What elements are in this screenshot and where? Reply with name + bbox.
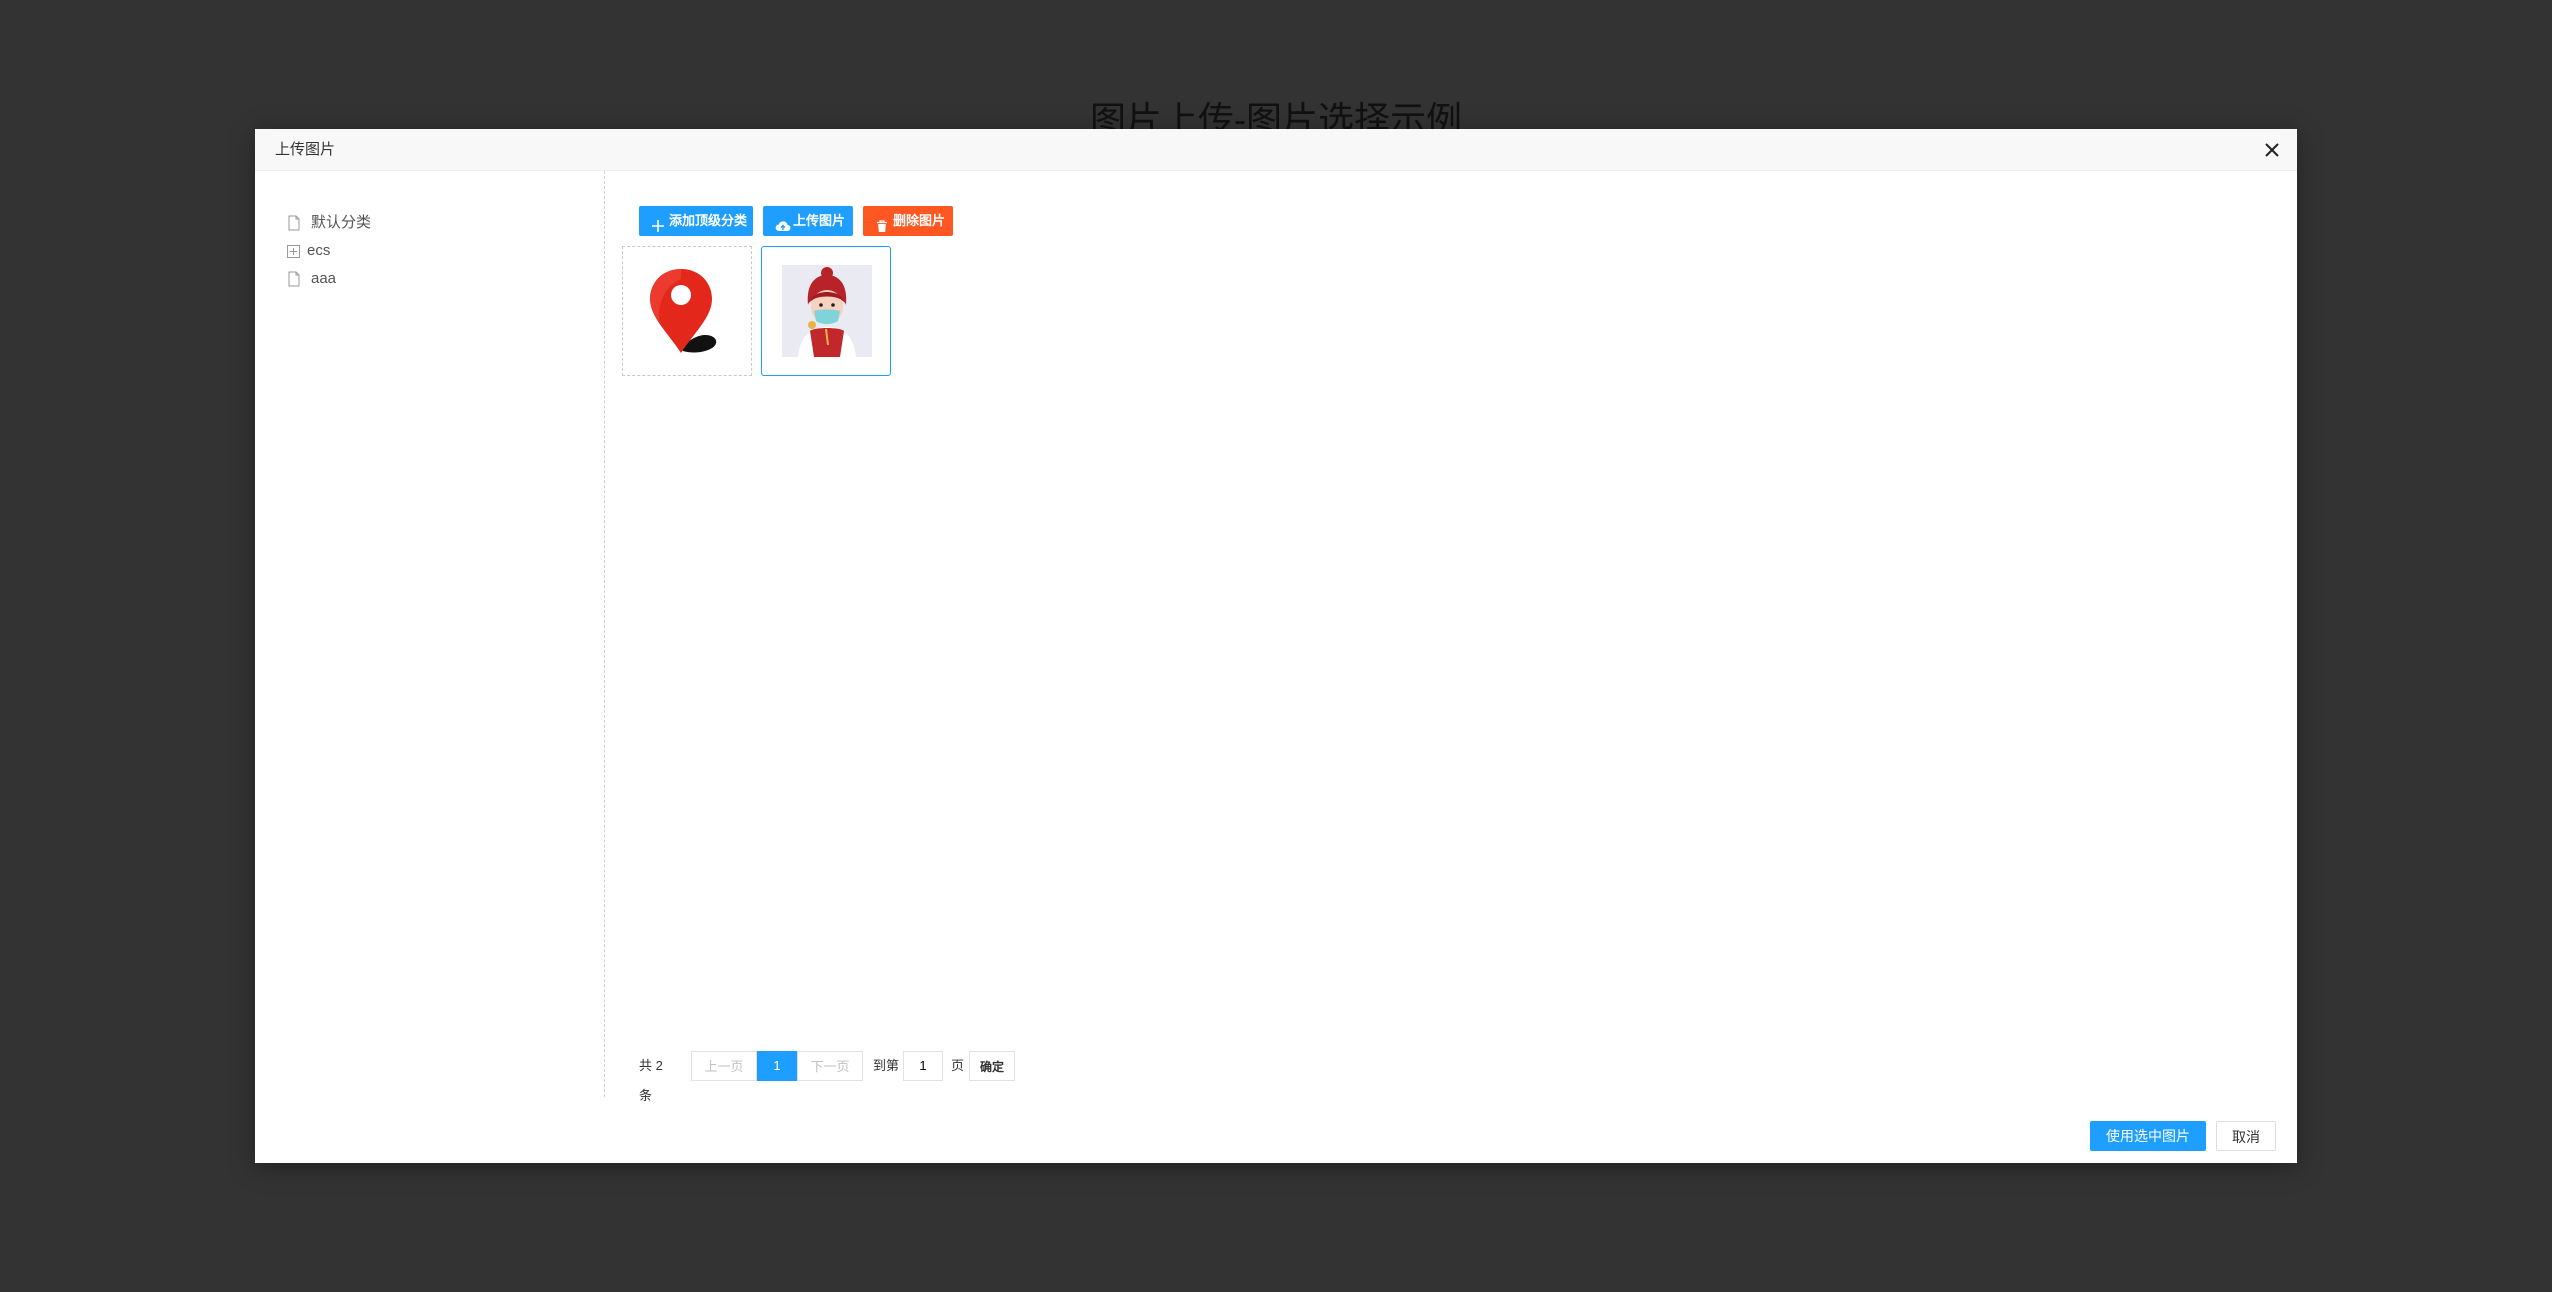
use-selected-image-button[interactable]: 使用选中图片 (2090, 1121, 2206, 1151)
goto-page-input[interactable] (903, 1051, 943, 1081)
tree-item-aaa[interactable]: aaa (285, 265, 585, 293)
cloud-upload-icon (775, 214, 791, 232)
current-page[interactable]: 1 (757, 1051, 797, 1081)
total-count: 共 2 条 (639, 1058, 663, 1103)
upload-image-dialog: 上传图片 默认分类 ecs aaa 添加顶级分类 上传图片 删除图片 共 2 条… (255, 129, 2297, 1163)
upload-image-button[interactable]: 上传图片 (763, 206, 853, 236)
delete-image-button[interactable]: 删除图片 (863, 206, 953, 236)
masked-person-image (782, 265, 872, 357)
cancel-button[interactable]: 取消 (2216, 1121, 2276, 1151)
expand-plus-icon[interactable] (285, 242, 303, 260)
image-thumbnail[interactable] (622, 246, 752, 376)
file-icon (285, 214, 303, 232)
location-pin-image (650, 269, 717, 353)
dialog-header: 上传图片 (255, 129, 2297, 171)
trash-icon (875, 214, 889, 232)
tree-item-default[interactable]: 默认分类 (285, 209, 585, 237)
close-icon[interactable] (2259, 137, 2285, 163)
tree-item-ecs[interactable]: ecs (285, 237, 585, 265)
panel-divider (604, 171, 605, 1097)
prev-page-button[interactable]: 上一页 (691, 1051, 757, 1081)
tree-item-label: aaa (311, 270, 337, 287)
page-suffix: 页 (951, 1058, 965, 1073)
category-tree: 默认分类 ecs aaa (285, 209, 585, 293)
tree-item-label: ecs (307, 242, 331, 259)
goto-label: 到第 (873, 1058, 900, 1073)
plus-icon (651, 214, 665, 232)
add-category-button[interactable]: 添加顶级分类 (639, 206, 753, 236)
file-icon (285, 270, 303, 288)
dialog-title: 上传图片 (275, 141, 336, 158)
image-thumbnail-selected[interactable] (761, 246, 891, 376)
tree-item-label: 默认分类 (311, 214, 372, 231)
next-page-button[interactable]: 下一页 (797, 1051, 863, 1081)
goto-confirm-button[interactable]: 确定 (969, 1051, 1015, 1081)
